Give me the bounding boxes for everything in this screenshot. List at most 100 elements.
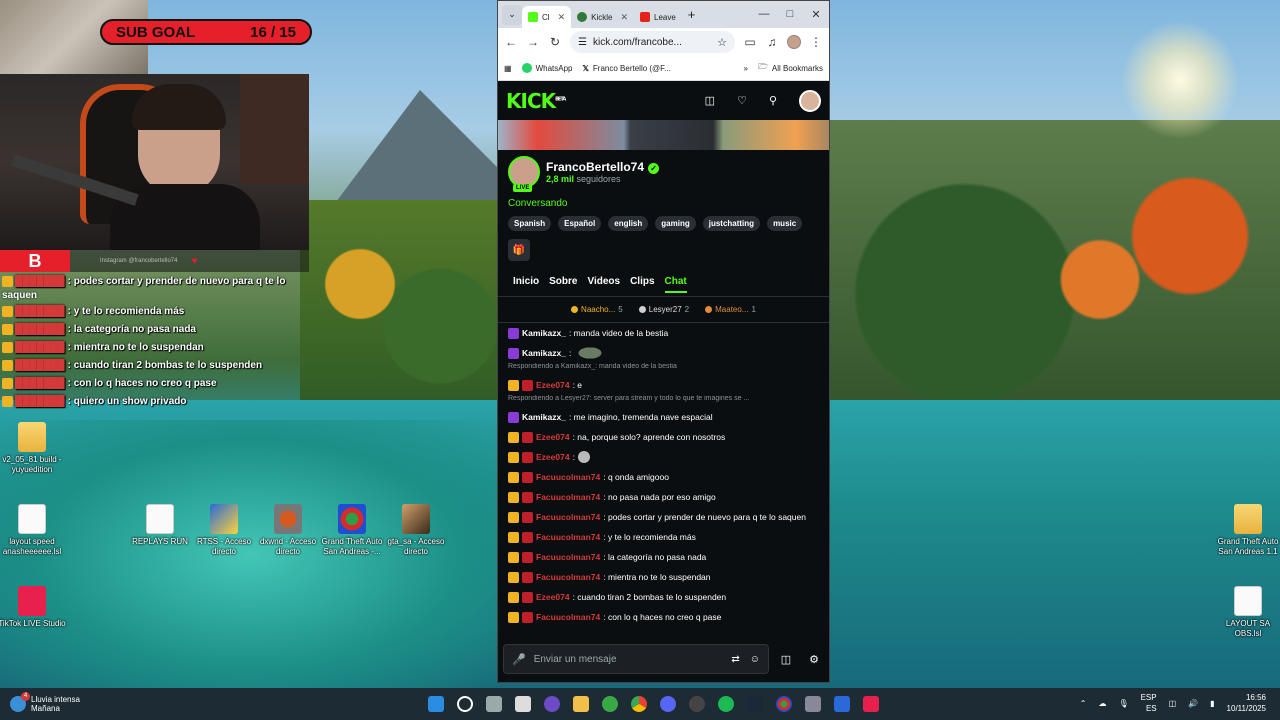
discord-icon[interactable] — [660, 696, 676, 712]
more-bookmarks-icon[interactable]: » — [744, 64, 748, 73]
tag-chip[interactable]: justchatting — [702, 216, 761, 231]
top-gifter[interactable]: Lesyer27 2 — [638, 305, 689, 314]
app-icon[interactable] — [805, 696, 821, 712]
search-icon[interactable] — [457, 696, 473, 712]
chat-settings-icon[interactable]: ⚙ — [803, 653, 825, 666]
tab-inicio[interactable]: Inicio — [513, 276, 539, 287]
desktop-icon[interactable]: REPLAYS RUN — [124, 504, 196, 547]
user-avatar[interactable] — [799, 89, 821, 112]
channel-avatar[interactable]: LIVE — [508, 156, 540, 192]
channel-name[interactable]: FrancoBertello74 — [546, 160, 644, 174]
chat-username[interactable]: Ezee074 — [536, 592, 570, 602]
menu-icon[interactable]: ⋮ — [809, 35, 823, 49]
browser-tab[interactable]: Cl ✕ — [522, 6, 572, 28]
clock[interactable]: 16:56 10/11/2025 — [1227, 692, 1266, 714]
tab-videos[interactable]: Videos — [587, 276, 620, 287]
chat-username[interactable]: Facuucolman74 — [536, 532, 600, 542]
minimize-icon[interactable]: — — [751, 8, 777, 21]
search-icon[interactable]: ⚲ — [769, 94, 777, 107]
chat-username[interactable]: Ezee074 — [536, 452, 570, 462]
chrome-icon[interactable] — [631, 696, 647, 712]
top-gifter[interactable]: Maateo... 1 — [705, 305, 756, 314]
cloud-icon[interactable]: ☁ — [1098, 699, 1106, 708]
steam-icon[interactable] — [747, 696, 763, 712]
tag-chip[interactable]: Spanish — [508, 216, 552, 231]
gift-sub-icon[interactable]: ◫ — [775, 653, 797, 666]
desktop-icon[interactable]: Grand Theft Auto San Andreas 1.1 — [1212, 504, 1280, 557]
back-icon[interactable]: ← — [504, 35, 518, 49]
tag-chip[interactable]: english — [608, 216, 649, 231]
url-field[interactable]: ☰ kick.com/francobe... ☆ — [570, 31, 735, 53]
new-tab-icon[interactable]: + — [688, 7, 696, 22]
chat-username[interactable]: Kamikazx_ — [522, 412, 566, 422]
desktop-icon[interactable]: Grand Theft Auto San Andreas -... — [316, 504, 388, 557]
desktop-icon[interactable]: gta_sa - Acceso directo — [380, 504, 452, 557]
tab-search-button[interactable]: ⌄ — [502, 4, 522, 25]
language-indicator[interactable]: ESP ES — [1141, 692, 1157, 714]
tab-clips[interactable]: Clips — [630, 276, 654, 287]
tray-overflow-icon[interactable]: ⌃ — [1080, 699, 1087, 708]
gta-icon[interactable] — [776, 696, 792, 712]
chat-username[interactable]: Ezee074 — [536, 380, 570, 390]
chat-username[interactable]: Facuucolman74 — [536, 512, 600, 522]
extensions-icon[interactable]: ▭ — [743, 35, 757, 49]
reload-icon[interactable]: ↻ — [548, 35, 562, 49]
media-icon[interactable]: ♫ — [765, 35, 779, 49]
stream-banner[interactable] — [498, 120, 829, 150]
app-icon[interactable] — [544, 696, 560, 712]
mic-icon[interactable]: 🎙 — [1118, 699, 1128, 708]
tab-sobre[interactable]: Sobre — [549, 276, 577, 287]
profile-avatar[interactable] — [787, 35, 801, 49]
tiktok-icon[interactable] — [863, 696, 879, 712]
close-window-icon[interactable]: ✕ — [803, 8, 829, 21]
apps-grid-icon[interactable]: ▦ — [504, 64, 512, 73]
desktop-icon[interactable]: LAYOUT SA OBS.lsl — [1212, 586, 1280, 639]
chat-username[interactable]: Facuucolman74 — [536, 572, 600, 582]
task-view-icon[interactable] — [486, 696, 502, 712]
tag-chip[interactable]: music — [767, 216, 803, 231]
app-icon[interactable] — [602, 696, 618, 712]
chat-username[interactable]: Ezee074 — [536, 432, 570, 442]
close-tab-icon[interactable]: ✕ — [558, 12, 566, 23]
volume-icon[interactable]: 🔊 — [1188, 699, 1198, 708]
chat-username[interactable]: Facuucolman74 — [536, 472, 600, 482]
all-bookmarks[interactable]: 🗁 All Bookmarks — [758, 61, 823, 75]
chat-input[interactable]: 🎤 Enviar un mensaje ⇄ ☺ — [503, 644, 769, 674]
chat-username[interactable]: Facuucolman74 — [536, 552, 600, 562]
desktop-icon[interactable]: v2_05_81 build - yuyuedition — [0, 422, 68, 475]
desktop-icon[interactable]: dxwnd - Acceso directo — [252, 504, 324, 557]
following-heart-icon[interactable]: ♡ — [737, 94, 747, 107]
microphone-icon[interactable]: 🎤 — [512, 653, 526, 666]
stream-category[interactable]: Conversando — [508, 198, 819, 209]
tag-chip[interactable]: gaming — [655, 216, 696, 231]
store-icon[interactable] — [515, 696, 531, 712]
close-tab-icon[interactable]: ✕ — [620, 12, 628, 23]
battery-icon[interactable]: ▮ — [1210, 699, 1214, 708]
network-icon[interactable]: ◫ — [1169, 699, 1177, 708]
translate-icon[interactable]: ⇄ — [731, 654, 739, 665]
bookmark-x[interactable]: 𝕏 Franco Bertello (@F... — [582, 64, 670, 73]
desktop-icon[interactable]: layout speed anasheeeeee.lsl — [0, 504, 68, 557]
maximize-icon[interactable]: □ — [777, 8, 803, 21]
weather-widget[interactable]: 4 Lluvia intensa Mañana — [10, 692, 80, 713]
chat-username[interactable]: Facuucolman74 — [536, 492, 600, 502]
top-gifter[interactable]: Naacho... 5 — [571, 305, 623, 314]
gift-icon[interactable]: 🎁 — [508, 239, 530, 261]
windows-start-icon[interactable] — [428, 696, 444, 712]
chat-username[interactable]: Kamikazx_ — [522, 328, 566, 338]
file-explorer-icon[interactable] — [573, 696, 589, 712]
kick-logo[interactable]: KICKBETA — [506, 89, 566, 113]
emoji-icon[interactable]: ☺ — [750, 654, 760, 665]
browser-tab[interactable]: Leave — [634, 6, 682, 28]
tab-chat[interactable]: Chat — [664, 270, 687, 293]
tag-chip[interactable]: Español — [558, 216, 602, 231]
forward-icon[interactable]: → — [526, 35, 540, 49]
desktop-icon[interactable]: TikTok LIVE Studio — [0, 586, 68, 629]
bookmark-whatsapp[interactable]: WhatsApp — [521, 63, 572, 73]
site-info-icon[interactable]: ☰ — [578, 37, 587, 48]
app-icon[interactable] — [689, 696, 705, 712]
browse-icon[interactable]: ◫ — [705, 94, 715, 107]
chat-username[interactable]: Kamikazx_ — [522, 348, 566, 358]
spotify-icon[interactable] — [718, 696, 734, 712]
app-icon[interactable] — [834, 696, 850, 712]
